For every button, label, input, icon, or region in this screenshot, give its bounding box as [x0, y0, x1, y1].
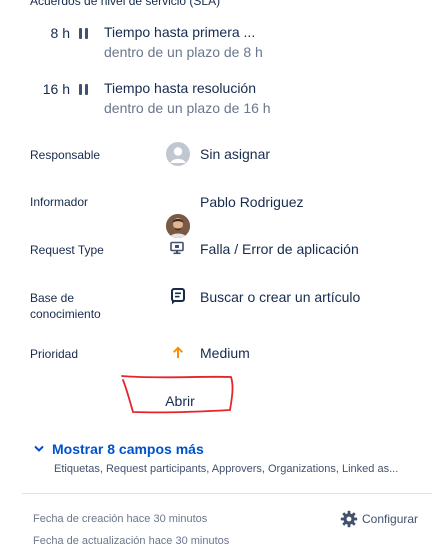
sla-item: 16 h Tiempo hasta resolución dentro de u…	[34, 78, 294, 118]
request-type-value[interactable]: Falla / Error de aplicación	[200, 241, 359, 257]
monitor-icon	[170, 241, 184, 260]
knowledge-base-label-line1: Base de	[30, 291, 75, 305]
sla-name[interactable]: Tiempo hasta resolución	[104, 80, 256, 96]
priority-value[interactable]: Medium	[200, 345, 250, 361]
pause-icon[interactable]	[72, 78, 94, 100]
configure-button[interactable]: Configurar	[340, 510, 418, 528]
chevron-down-icon	[34, 445, 44, 452]
updated-date: Fecha de actualización hace 30 minutos	[33, 535, 230, 547]
sla-deadline: dentro de un plazo de 16 h	[104, 100, 271, 116]
gear-icon	[340, 510, 358, 528]
user-avatar	[166, 214, 190, 238]
sla-deadline: dentro de un plazo de 8 h	[104, 44, 263, 60]
created-date: Fecha de creación hace 30 minutos	[33, 513, 208, 525]
divider	[22, 493, 432, 494]
priority-label: Prioridad	[30, 347, 79, 361]
default-avatar-icon	[166, 142, 190, 166]
sla-section-title: Acuerdos de nivel de servicio (SLA)	[30, 0, 221, 8]
show-more-fields-toggle[interactable]: Mostrar 8 campos más	[34, 441, 204, 457]
knowledge-base-label: Base de conocimiento	[30, 290, 101, 322]
configure-label: Configurar	[362, 512, 419, 526]
sla-name[interactable]: Tiempo hasta primera ...	[104, 24, 255, 40]
sla-time: 16 h	[42, 81, 70, 97]
arrow-up-icon	[171, 345, 185, 364]
sla-item: 8 h Tiempo hasta primera ... dentro de u…	[34, 22, 294, 62]
article-icon	[171, 288, 185, 310]
show-more-label: Mostrar 8 campos más	[52, 441, 204, 457]
reporter-label: Informador	[30, 195, 89, 209]
assignee-value[interactable]: Sin asignar	[200, 146, 270, 162]
reporter-value[interactable]: Pablo Rodriguez	[200, 194, 304, 210]
request-type-label: Request Type	[30, 243, 104, 257]
knowledge-base-value[interactable]: Buscar o crear un artículo	[200, 289, 360, 305]
pause-icon[interactable]	[72, 22, 94, 44]
more-fields-summary: Etiquetas, Request participants, Approve…	[54, 463, 399, 475]
knowledge-base-label-line2: conocimiento	[30, 307, 101, 321]
assignee-label: Responsable	[30, 148, 101, 162]
status-open-button[interactable]: Abrir	[130, 389, 230, 413]
sla-time: 8 h	[50, 25, 70, 41]
